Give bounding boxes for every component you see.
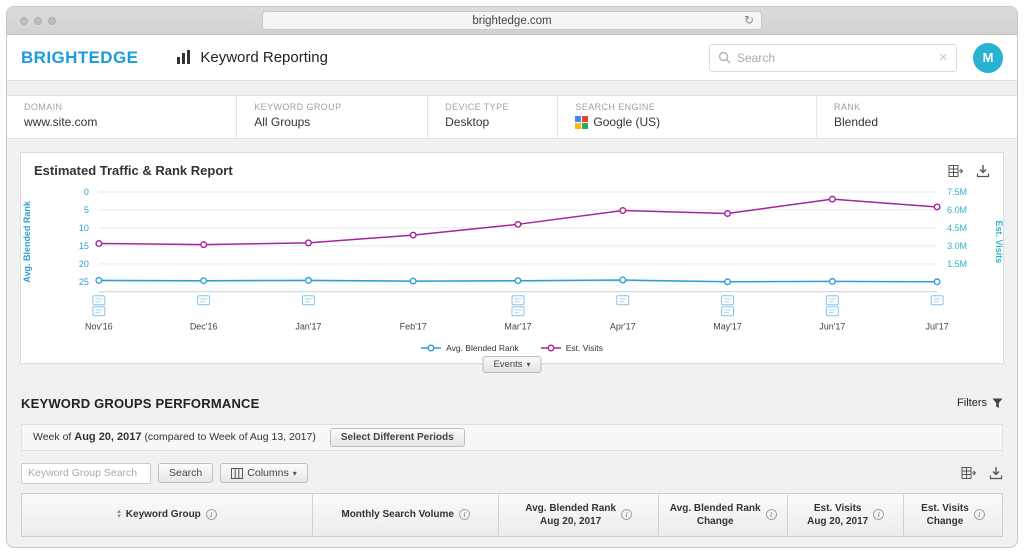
table-toolbar: Search Columns (21, 463, 1003, 484)
keyword-group-search-input[interactable] (21, 463, 151, 484)
info-icon[interactable] (766, 509, 777, 520)
filter-rank[interactable]: RANK Blended (816, 96, 1017, 138)
legend-est-visits[interactable]: Est. Visits (541, 343, 603, 353)
svg-text:May'17: May'17 (713, 322, 742, 332)
filters-control[interactable]: Filters (957, 397, 1003, 409)
funnel-icon (992, 398, 1003, 409)
period-bar: Week of Aug 20, 2017 (compared to Week o… (21, 424, 1003, 451)
filter-bar: DOMAIN www.site.com KEYWORD GROUP All Gr… (7, 95, 1017, 139)
google-icon (575, 116, 588, 129)
sort-icon[interactable] (117, 510, 121, 519)
avatar[interactable]: M (973, 43, 1003, 73)
legend-avg-blended-rank[interactable]: Avg. Blended Rank (421, 343, 519, 353)
window-minimize-button[interactable] (34, 17, 42, 25)
svg-text:0: 0 (84, 187, 89, 197)
column-header-keyword-group[interactable]: Keyword Group (22, 494, 312, 536)
download-icon[interactable] (989, 466, 1003, 480)
svg-text:3.0M: 3.0M (947, 241, 967, 251)
chart-area: 0 5 10 15 20 25 7.5M 6.0M 4.5M 3.0M 1.5M Nov'16 Dec'… (21, 180, 1003, 343)
page-title: Keyword Reporting (200, 49, 328, 66)
svg-text:25: 25 (79, 277, 89, 287)
svg-text:5: 5 (84, 205, 89, 215)
global-search-box[interactable] (709, 44, 957, 72)
svg-text:20: 20 (79, 259, 89, 269)
filter-domain[interactable]: DOMAIN www.site.com (7, 96, 236, 138)
svg-text:6.0M: 6.0M (947, 205, 967, 215)
search-icon (718, 51, 731, 64)
window-controls (20, 17, 56, 25)
browser-chrome: brightedge.com (7, 7, 1017, 35)
chevron-down-icon (523, 359, 531, 370)
export-table-icon[interactable] (961, 466, 977, 480)
chart-title: Estimated Traffic & Rank Report (34, 163, 233, 178)
svg-text:Jun'17: Jun'17 (819, 322, 845, 332)
address-bar[interactable]: brightedge.com (262, 11, 762, 30)
column-header-avg-blended-rank[interactable]: Avg. Blended RankAug 20, 2017 (498, 494, 658, 536)
column-header-est-visits-change[interactable]: Est. VisitsChange (903, 494, 1002, 536)
section-title: KEYWORD GROUPS PERFORMANCE (21, 396, 260, 411)
svg-text:4.5M: 4.5M (947, 223, 967, 233)
window-close-button[interactable] (20, 17, 28, 25)
column-header-est-visits[interactable]: Est. VisitsAug 20, 2017 (787, 494, 903, 536)
filter-device-type[interactable]: DEVICE TYPE Desktop (427, 96, 557, 138)
chevron-down-icon (289, 467, 297, 479)
columns-button[interactable]: Columns (220, 463, 307, 483)
svg-text:15: 15 (79, 241, 89, 251)
events-button[interactable]: Events (482, 356, 541, 373)
traffic-rank-report-panel: Estimated Traffic & Rank Report (20, 152, 1004, 364)
comparison-week: (compared to Week of Aug 13, 2017) (144, 431, 315, 443)
columns-icon (231, 468, 243, 479)
browser-window: brightedge.com BRIGHTEDGE Keyword Report… (6, 6, 1018, 548)
svg-text:Nov'16: Nov'16 (85, 322, 113, 332)
svg-text:Jan'17: Jan'17 (295, 322, 321, 332)
info-icon[interactable] (873, 509, 884, 520)
svg-text:Dec'16: Dec'16 (190, 322, 218, 332)
filter-domain-value: www.site.com (24, 115, 236, 129)
svg-text:10: 10 (79, 223, 89, 233)
filter-keyword-group[interactable]: KEYWORD GROUP All Groups (236, 96, 427, 138)
filter-keyword-group-value: All Groups (254, 115, 427, 129)
info-icon[interactable] (621, 509, 632, 520)
export-table-icon[interactable] (948, 164, 964, 178)
info-icon[interactable] (206, 509, 217, 520)
page-title-block: Keyword Reporting (176, 49, 328, 66)
app-header: BRIGHTEDGE Keyword Reporting M (7, 35, 1017, 81)
column-header-monthly-search-volume[interactable]: Monthly Search Volume (312, 494, 498, 536)
column-header-avg-blended-rank-change[interactable]: Avg. Blended RankChange (658, 494, 787, 536)
filter-search-engine-value: Google (US) (593, 115, 660, 129)
window-zoom-button[interactable] (48, 17, 56, 25)
filter-device-type-value: Desktop (445, 115, 557, 129)
url-text: brightedge.com (472, 15, 551, 27)
refresh-icon[interactable] (744, 13, 754, 27)
svg-text:7.5M: 7.5M (947, 187, 967, 197)
svg-text:Avg. Blended Rank: Avg. Blended Rank (22, 201, 32, 282)
search-input[interactable] (737, 51, 933, 65)
svg-text:Jul'17: Jul'17 (926, 322, 949, 332)
chart-legend: Avg. Blended Rank Est. Visits (21, 343, 1003, 353)
info-icon[interactable] (459, 509, 470, 520)
svg-text:Feb'17: Feb'17 (400, 322, 427, 332)
select-periods-button[interactable]: Select Different Periods (330, 428, 465, 447)
period-text: Week of Aug 20, 2017 (compared to Week o… (33, 431, 316, 443)
filter-search-engine[interactable]: SEARCH ENGINE Google (US) (557, 96, 816, 138)
svg-text:Mar'17: Mar'17 (504, 322, 531, 332)
svg-text:1.5M: 1.5M (947, 259, 967, 269)
info-icon[interactable] (974, 509, 985, 520)
bar-chart-icon (176, 50, 192, 65)
current-week: Aug 20, 2017 (74, 431, 141, 443)
brand-logo[interactable]: BRIGHTEDGE (21, 48, 138, 68)
download-icon[interactable] (976, 164, 990, 178)
keyword-group-search-button[interactable]: Search (158, 463, 213, 483)
close-icon[interactable] (939, 51, 948, 64)
svg-text:Est. Visits: Est. Visits (994, 221, 1003, 264)
svg-text:Apr'17: Apr'17 (610, 322, 636, 332)
keyword-table-header: Keyword Group Monthly Search Volume Avg.… (21, 493, 1003, 537)
filter-rank-value: Blended (834, 115, 1017, 129)
